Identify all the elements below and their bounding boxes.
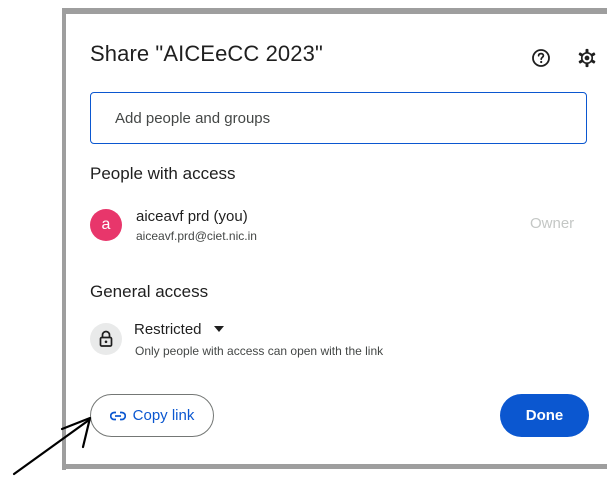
general-access-heading: General access bbox=[90, 282, 209, 301]
share-dialog: Share "AICEeCC 2023" Add people and grou… bbox=[66, 14, 607, 464]
help-circle-icon[interactable] bbox=[531, 48, 551, 68]
done-button[interactable]: Done bbox=[500, 394, 589, 437]
gear-icon[interactable] bbox=[576, 47, 598, 69]
frame-bottom-border bbox=[62, 464, 607, 469]
general-access-selected: Restricted bbox=[134, 320, 202, 338]
person-name: aiceavf prd (you) bbox=[136, 208, 248, 225]
lock-icon bbox=[90, 323, 122, 355]
avatar: a bbox=[90, 209, 122, 241]
link-icon bbox=[109, 411, 126, 420]
general-access-description: Only people with access can open with th… bbox=[135, 344, 384, 358]
copy-link-label: Copy link bbox=[132, 407, 195, 424]
add-people-input[interactable] bbox=[90, 92, 587, 144]
general-access-dropdown[interactable]: Restricted bbox=[134, 318, 224, 340]
copy-link-button[interactable]: Copy link bbox=[90, 394, 214, 437]
caret-down-icon bbox=[213, 326, 224, 332]
screenshot-page: Share "AICEeCC 2023" Add people and grou… bbox=[0, 0, 607, 477]
people-with-access-heading: People with access bbox=[90, 164, 236, 183]
person-email: aiceavf.prd@ciet.nic.in bbox=[136, 229, 257, 243]
person-role: Owner bbox=[530, 215, 575, 232]
dialog-title: Share "AICEeCC 2023" bbox=[90, 41, 323, 66]
